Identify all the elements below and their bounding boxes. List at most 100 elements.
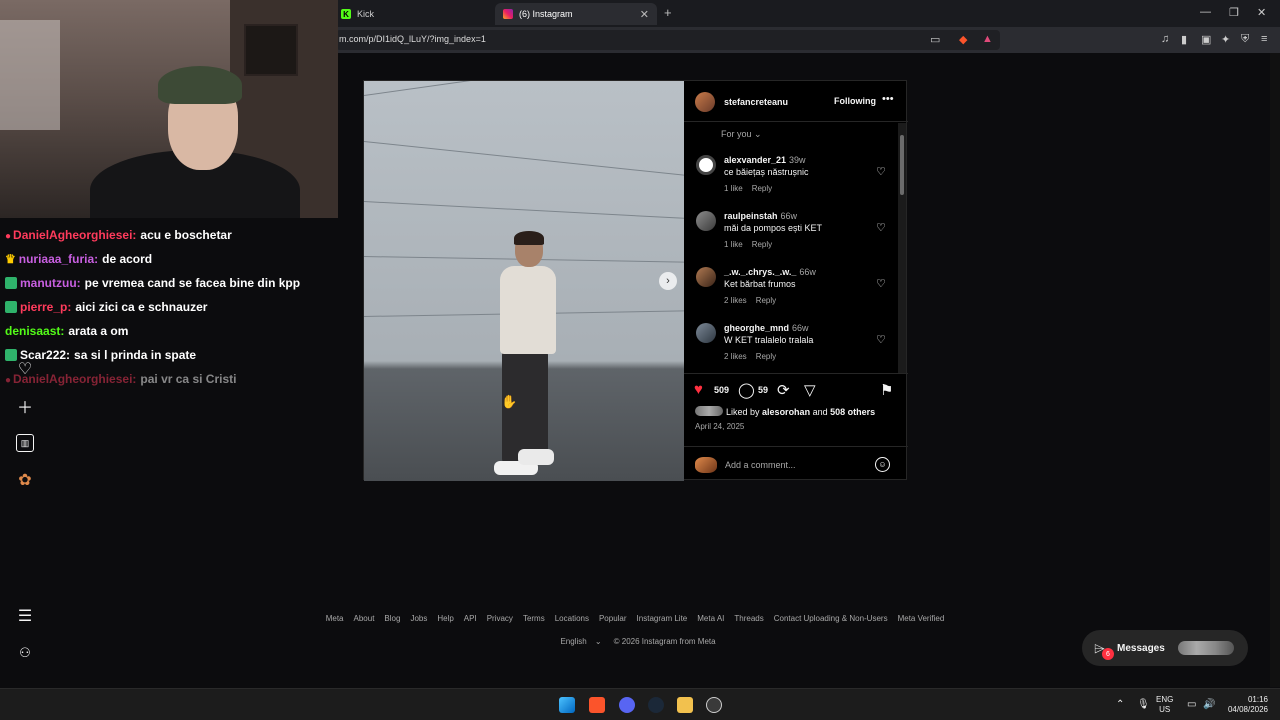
clock[interactable]: 01:16 04/08/2026 (1224, 695, 1268, 715)
comment-sort-dropdown[interactable]: For you ⌄ (721, 129, 762, 140)
language-selector[interactable]: English ⌄ (554, 637, 601, 646)
footer-link[interactable]: Threads (734, 614, 763, 623)
post-photo[interactable]: › ✋ (364, 81, 684, 481)
commenter-username[interactable]: alexvander_21 39w (724, 155, 806, 165)
emoji-icon[interactable]: ☺ (875, 457, 890, 472)
footer-link[interactable]: Privacy (487, 614, 513, 623)
add-comment-input[interactable]: Add a comment... (725, 460, 796, 470)
tab-kick[interactable]: K Kick (333, 3, 493, 25)
commenter-username[interactable]: _.w._.chrys._.w._ 66w (724, 267, 816, 277)
reply-button[interactable]: Reply (752, 184, 772, 193)
commenter-avatar[interactable] (696, 267, 716, 287)
network-icon[interactable]: ▭ (1187, 699, 1196, 710)
commenter-username[interactable]: gheorghe_mnd 66w (724, 323, 809, 333)
like-heart-icon[interactable]: ♥ (694, 381, 703, 398)
media-icon[interactable]: ♫ (1161, 33, 1169, 45)
chat-message: ● DanielAgheorghiesei: pai vr ca si Cristi (5, 372, 236, 386)
new-tab-button[interactable]: + (664, 5, 672, 20)
repost-icon[interactable]: ⟳ (777, 381, 790, 399)
reply-button[interactable]: Reply (756, 352, 776, 361)
comment-likes[interactable]: 1 like (724, 184, 743, 193)
author-avatar[interactable] (695, 92, 715, 112)
cast-icon[interactable]: ▭ (930, 33, 940, 46)
also-from-meta-icon[interactable]: ⚇ (16, 644, 34, 662)
comments-scrollbar-thumb[interactable] (900, 135, 904, 195)
close-tab-icon[interactable]: ✕ (640, 8, 649, 21)
author-username[interactable]: stefancreteanu (724, 97, 788, 107)
leo-ai-icon[interactable]: ✦ (1221, 33, 1230, 46)
like-comment-icon[interactable]: ♡ (876, 333, 886, 346)
like-comment-icon[interactable]: ♡ (876, 277, 886, 290)
footer-link[interactable]: Terms (523, 614, 545, 623)
comment-likes[interactable]: 2 likes (724, 296, 747, 305)
maximize-button[interactable]: ❐ (1229, 6, 1239, 19)
profile-avatar[interactable]: ✿ (16, 471, 34, 489)
file-explorer-icon[interactable] (677, 697, 693, 713)
like-comment-icon[interactable]: ♡ (876, 165, 886, 178)
commenter-avatar[interactable] (696, 211, 716, 231)
commenter-name: raulpeinstah (724, 211, 778, 221)
footer-link[interactable]: Contact Uploading & Non-Users (774, 614, 888, 623)
tray-overflow-icon[interactable]: ⌃ (1116, 699, 1124, 710)
input-language[interactable]: ENG US (1156, 695, 1173, 715)
vpn-icon[interactable]: ⛨ (1241, 33, 1249, 46)
notifications-icon[interactable]: ♡ (16, 360, 34, 378)
chat-username: nuriaaa_furia: (18, 252, 99, 266)
comment-likes[interactable]: 2 likes (724, 352, 747, 361)
volume-icon[interactable]: 🔊 (1203, 699, 1215, 710)
steam-icon[interactable] (648, 697, 664, 713)
comment-likes[interactable]: 1 like (724, 240, 743, 249)
microphone-icon[interactable]: 🎙 (1137, 699, 1150, 710)
close-window-button[interactable]: ✕ (1257, 6, 1266, 19)
sidebar-icon[interactable]: ▮ (1181, 33, 1187, 46)
next-image-button[interactable]: › (659, 272, 677, 290)
footer-link[interactable]: Popular (599, 614, 627, 623)
footer-link[interactable]: About (354, 614, 375, 623)
reply-button[interactable]: Reply (756, 296, 776, 305)
more-options-icon[interactable]: ••• (882, 93, 894, 105)
webcam-overlay (0, 0, 338, 218)
post-date[interactable]: April 24, 2025 (695, 422, 744, 431)
footer-link[interactable]: Instagram Lite (637, 614, 688, 623)
like-comment-icon[interactable]: ♡ (876, 221, 886, 234)
footer-link[interactable]: Locations (555, 614, 589, 623)
comment-time: 66w (799, 267, 816, 277)
comment-count[interactable]: 59 (758, 385, 768, 395)
tab-instagram[interactable]: (6) Instagram ✕ (495, 3, 657, 25)
liked-by-others[interactable]: 508 others (830, 407, 875, 417)
commenter-avatar[interactable] (696, 155, 716, 175)
brave-shield-icon[interactable]: ◆ (959, 33, 967, 46)
liked-by-user[interactable]: alesorohan (762, 407, 810, 417)
minimize-button[interactable]: — (1200, 6, 1211, 18)
dashboard-icon[interactable]: ▥ (16, 434, 34, 452)
comment-icon[interactable]: ◯ (738, 381, 755, 399)
footer-link[interactable]: Meta (326, 614, 344, 623)
comments-scrollbar[interactable] (898, 123, 906, 373)
save-bookmark-icon[interactable]: ⚑ (880, 381, 893, 399)
brave-rewards-icon[interactable]: ▲ (982, 33, 993, 45)
kick-icon: K (341, 9, 351, 19)
share-icon[interactable]: ▽ (804, 381, 816, 399)
windows-start-icon[interactable] (559, 697, 575, 713)
create-icon[interactable]: ＋ (16, 397, 34, 417)
chatgpt-icon[interactable] (706, 697, 722, 713)
commenter-username[interactable]: raulpeinstah 66w (724, 211, 797, 221)
chat-text: arata a om (68, 324, 129, 338)
commenter-avatar[interactable] (696, 323, 716, 343)
footer-link[interactable]: Meta Verified (898, 614, 945, 623)
footer-link[interactable]: Meta AI (697, 614, 724, 623)
messages-button[interactable]: ⌲ 6 Messages (1082, 630, 1248, 666)
menu-icon[interactable]: ≡ (1261, 33, 1267, 45)
footer-link[interactable]: Help (437, 614, 453, 623)
footer-link[interactable]: Blog (384, 614, 400, 623)
discord-icon[interactable] (619, 697, 635, 713)
footer-link[interactable]: Jobs (410, 614, 427, 623)
wallet-icon[interactable]: ▣ (1201, 33, 1211, 46)
comment-time: 39w (789, 155, 806, 165)
like-count[interactable]: 509 (714, 385, 729, 395)
following-button[interactable]: Following (834, 96, 876, 106)
footer-link[interactable]: API (464, 614, 477, 623)
reply-button[interactable]: Reply (752, 240, 772, 249)
brave-browser-icon[interactable] (589, 697, 605, 713)
page-scrollbar[interactable] (1270, 53, 1280, 687)
